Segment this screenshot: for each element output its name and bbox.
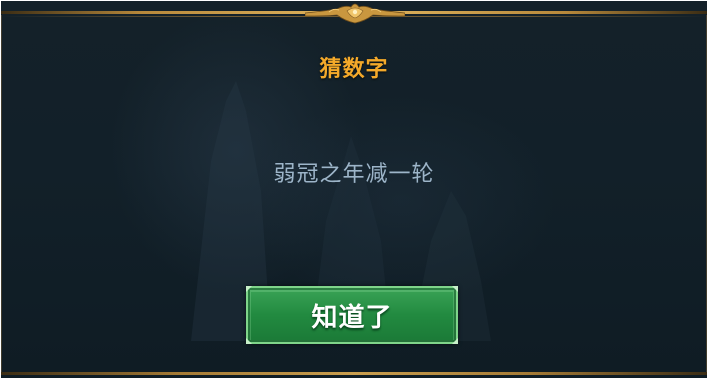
button-corner-ornament: [246, 286, 252, 292]
frame-bottom-border: [1, 372, 707, 375]
button-corner-ornament: [452, 286, 458, 292]
gold-crest-ornament-icon: [305, 3, 405, 24]
confirm-button[interactable]: 知道了: [246, 286, 458, 344]
confirm-button-label: 知道了: [311, 302, 393, 333]
dialog-title: 猜数字: [319, 56, 389, 82]
riddle-text: 弱冠之年减一轮: [273, 162, 435, 187]
button-corner-ornament: [246, 338, 252, 344]
guess-number-dialog: 猜数字 弱冠之年减一轮 知道了: [1, 1, 707, 378]
button-corner-ornament: [452, 338, 458, 344]
